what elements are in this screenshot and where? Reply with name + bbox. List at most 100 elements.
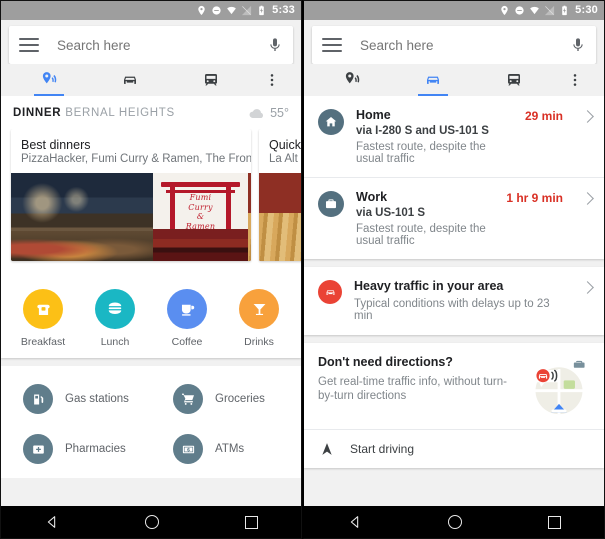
route-text-work: Work via US-101 S Fastest route, despite… [356, 190, 494, 247]
scroll-body-left[interactable]: DINNER BERNAL HEIGHTS 55° Best dinners P… [1, 96, 301, 506]
category-label: Lunch [100, 336, 130, 348]
nearby-item-groceries[interactable]: Groceries [151, 374, 301, 424]
nearby-item-gas-stations[interactable]: Gas stations [1, 374, 151, 424]
weather-widget: 55° [248, 106, 289, 120]
tab-explore-right[interactable] [312, 64, 393, 96]
category-coffee[interactable]: Coffee [151, 289, 223, 348]
driving-promo-subtitle: Get real-time traffic info, without turn… [318, 376, 507, 402]
tab-transit-right[interactable] [473, 64, 554, 96]
nearby-label: Gas stations [65, 393, 129, 405]
route-via: via I-280 S and US-101 S [356, 125, 489, 137]
status-bar-right: 5:30 [304, 1, 604, 20]
back-triangle-icon[interactable] [44, 514, 60, 530]
explore-pin-icon [346, 72, 360, 84]
phone-right-driving: 5:30 Search here Home via I-280 S and US… [302, 0, 605, 539]
place-card-best-dinners[interactable]: Best dinners PizzaHacker, Fumi Curry & R… [11, 129, 251, 261]
hamburger-menu-icon[interactable] [322, 38, 342, 52]
wifi-icon [227, 6, 237, 15]
tab-driving-right[interactable] [393, 64, 474, 96]
overflow-menu-right[interactable] [554, 64, 596, 96]
scroll-body-right[interactable]: Home via I-280 S and US-101 S Fastest ro… [304, 96, 604, 506]
overflow-menu-left[interactable] [251, 64, 293, 96]
location-pin-icon [501, 5, 508, 16]
status-bar-time: 5:33 [272, 4, 295, 16]
microphone-icon[interactable] [570, 35, 586, 55]
route-row-home[interactable]: Home via I-280 S and US-101 S Fastest ro… [304, 96, 604, 177]
cloud-icon [249, 109, 264, 118]
search-bar-left[interactable] [9, 26, 293, 64]
saved-routes-card: Home via I-280 S and US-101 S Fastest ro… [304, 96, 604, 259]
toast-icon [36, 304, 50, 315]
category-drinks[interactable]: Drinks [223, 289, 295, 348]
nearby-item-pharmacies[interactable]: Pharmacies [1, 424, 151, 474]
category-breakfast[interactable]: Breakfast [7, 289, 79, 348]
nearby-icon-bubble [173, 384, 203, 414]
dinner-header: DINNER BERNAL HEIGHTS 55° [1, 96, 301, 129]
search-input-left[interactable] [57, 37, 267, 53]
category-label: Breakfast [20, 336, 66, 348]
search-input-right[interactable] [360, 37, 570, 53]
route-duration: 1 hr 9 min [506, 191, 563, 205]
traffic-alert-row[interactable]: Heavy traffic in your area Typical condi… [304, 267, 604, 335]
route-name: Work [356, 190, 388, 204]
place-card-title: Best dinners [21, 138, 91, 152]
nearby-icon-bubble [23, 384, 53, 414]
home-icon [325, 117, 337, 127]
shopping-cart-icon [182, 393, 194, 405]
phone-left-explore: 5:33 Search here DINNER BERNAL HEIGHTS 5… [0, 0, 302, 539]
search-bar-right[interactable] [312, 26, 596, 64]
nearby-icon-bubble [173, 434, 203, 464]
nearby-label: ATMs [215, 443, 245, 455]
temperature-value: 55° [270, 106, 289, 120]
car-icon [124, 76, 136, 84]
start-driving-label: Start driving [350, 442, 415, 456]
route-note: Fastest route, despite the usual traffic [356, 141, 486, 165]
photo-wooden-chairs [259, 173, 301, 261]
category-bubble [239, 289, 279, 329]
driving-promo-card: Don't need directions? Get real-time tra… [304, 343, 604, 468]
search-bar-container-left [1, 20, 301, 64]
pharmacy-cross-icon [32, 444, 44, 454]
category-bubble [23, 289, 63, 329]
hamburger-menu-icon[interactable] [19, 38, 39, 52]
place-card-carousel[interactable]: Best dinners PizzaHacker, Fumi Curry & R… [1, 129, 301, 273]
train-icon [204, 74, 217, 86]
do-not-disturb-icon [515, 6, 524, 15]
cell-signal-icon [242, 5, 252, 16]
route-icon-bubble [318, 191, 344, 217]
nearby-row: Pharmacies ATMs [1, 424, 301, 474]
map-navigation-illustration [533, 358, 587, 415]
back-triangle-icon[interactable] [347, 514, 363, 530]
tab-driving-left[interactable] [90, 64, 171, 96]
recents-square-icon[interactable] [245, 515, 259, 529]
home-circle-icon[interactable] [145, 515, 160, 529]
tab-explore-left[interactable] [9, 64, 90, 96]
place-card-quick[interactable]: Quick La Alt [259, 129, 301, 261]
explore-pin-icon [43, 72, 57, 84]
category-lunch[interactable]: Lunch [79, 289, 151, 348]
home-circle-icon[interactable] [448, 515, 463, 529]
battery-icon [562, 5, 567, 16]
route-row-work[interactable]: Work via US-101 S Fastest route, despite… [304, 177, 604, 259]
meal-category-row: Breakfast Lunch Coffee Drinks [1, 273, 301, 358]
traffic-alert-subtitle: Typical conditions with delays up to 23 … [354, 298, 550, 322]
start-driving-button[interactable]: Start driving [304, 429, 604, 468]
place-card-subtitle: PizzaHacker, Fumi Curry & Ramen, The Fro… [21, 153, 251, 165]
cell-signal-icon [545, 5, 555, 16]
traffic-alert-card: Heavy traffic in your area Typical condi… [304, 267, 604, 335]
status-bar-time: 5:30 [575, 4, 598, 16]
photo-fumi-curry-ramen-sign: Fumi Curry & Ramen [153, 173, 248, 261]
nearby-services-card: Gas stations Groceries Pharmacies ATMs [1, 366, 301, 478]
nearby-label: Groceries [215, 393, 265, 405]
tab-transit-left[interactable] [170, 64, 251, 96]
place-card-photos: Fumi Curry & Ramen [11, 173, 251, 261]
category-label: Drinks [244, 336, 274, 348]
gas-pump-icon [33, 394, 43, 404]
category-bubble [167, 289, 207, 329]
microphone-icon[interactable] [267, 35, 283, 55]
nearby-item-atms[interactable]: ATMs [151, 424, 301, 474]
route-via: via US-101 S [356, 207, 426, 219]
route-name: Home [356, 108, 391, 122]
traffic-alert-text: Heavy traffic in your area Typical condi… [354, 279, 563, 322]
recents-square-icon[interactable] [548, 515, 562, 529]
